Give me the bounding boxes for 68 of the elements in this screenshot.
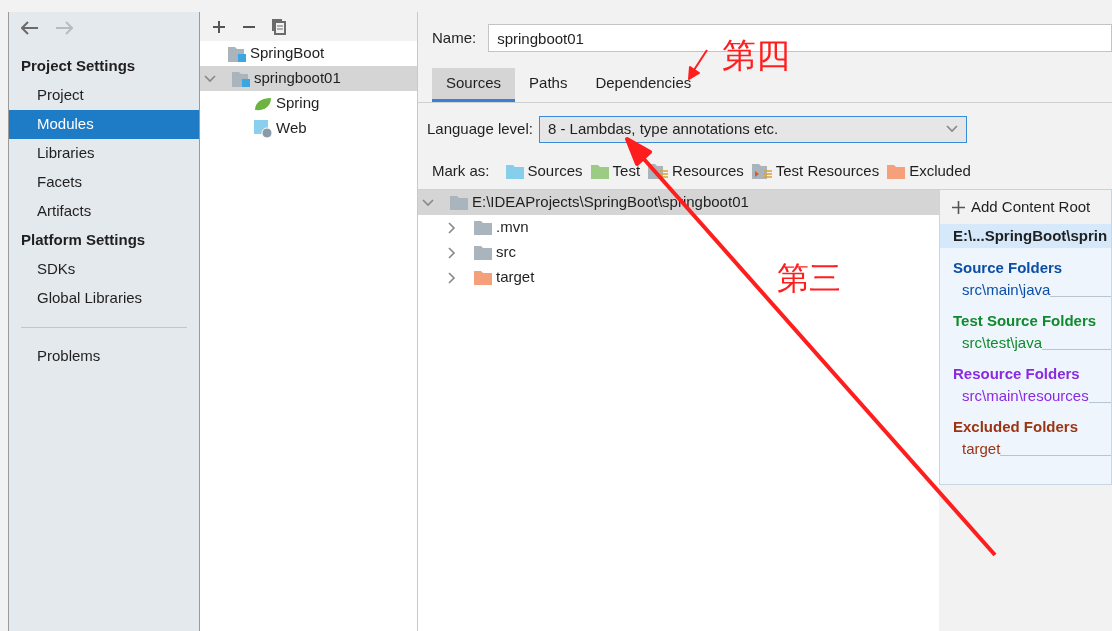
test-resource-folder-icon xyxy=(751,163,772,179)
tab[interactable]: Sources xyxy=(432,68,516,102)
section-header: Project Settings xyxy=(20,56,137,77)
folder-icon xyxy=(887,163,906,179)
tree-row[interactable]: SpringBoot xyxy=(200,41,417,66)
web-icon xyxy=(254,119,272,138)
sidebar-item[interactable]: Global Libraries xyxy=(9,284,199,313)
language-level-dropdown[interactable]: 8 - Lambdas, type annotations etc. xyxy=(538,115,967,143)
tree-label: SpringBoot xyxy=(250,43,325,64)
module-folder-icon xyxy=(228,45,246,62)
leaf-icon xyxy=(254,96,272,111)
sidebar-item[interactable]: Libraries xyxy=(9,139,199,168)
tab[interactable]: Paths xyxy=(515,68,582,102)
folder-icon xyxy=(505,163,524,179)
tab[interactable]: Dependencies xyxy=(581,68,706,102)
language-level-label: Language level: xyxy=(427,118,533,139)
folder-icon xyxy=(474,270,492,285)
tree-row[interactable]: .mvn xyxy=(418,215,537,240)
add-icon[interactable] xyxy=(212,19,226,34)
sidebar-item[interactable]: SDKs xyxy=(9,255,199,284)
folder-icon xyxy=(590,163,609,179)
folder-group-title: Test Source Folders xyxy=(952,310,1098,331)
folder-path: src\test\java xyxy=(962,332,1043,353)
chevron-right-icon[interactable] xyxy=(448,246,456,259)
sidebar-item[interactable]: Modules xyxy=(9,110,199,139)
sidebar-item[interactable]: Project xyxy=(9,81,199,110)
folder-icon xyxy=(450,195,468,210)
mark-as-label: Mark as: xyxy=(432,160,490,181)
folder-icon xyxy=(474,245,492,260)
tree-row[interactable]: Web xyxy=(200,116,417,141)
folder-icon xyxy=(474,220,492,235)
chevron-right-icon[interactable] xyxy=(448,221,456,234)
folder-group-title: Resource Folders xyxy=(952,363,1081,384)
tree-label: target xyxy=(496,267,535,288)
section-header: Platform Settings xyxy=(20,230,147,251)
tree-row[interactable]: springboot01 xyxy=(200,66,417,91)
folder-group-title: Excluded Folders xyxy=(952,416,1080,437)
tree-label: .mvn xyxy=(496,217,529,238)
sidebar-item[interactable]: Artifacts xyxy=(9,197,199,226)
add-content-root-button[interactable]: Add Content Root xyxy=(940,190,1111,224)
chevron-down-icon[interactable] xyxy=(945,125,958,133)
back-icon[interactable] xyxy=(21,21,39,35)
tree-row[interactable]: target xyxy=(418,265,543,290)
tree-label: src xyxy=(496,242,516,263)
tree-label: Spring xyxy=(276,93,320,114)
folder-path: src\main\resources xyxy=(962,385,1089,406)
mark-as-button[interactable]: Excluded xyxy=(887,158,971,184)
folder-group-title: Source Folders xyxy=(952,257,1064,278)
sidebar-item[interactable]: Problems xyxy=(9,342,199,371)
chevron-down-icon[interactable] xyxy=(422,198,434,207)
folder-path: src\main\java xyxy=(962,279,1051,300)
chevron-down-icon[interactable] xyxy=(204,74,216,83)
annotation-text: 第三 xyxy=(777,262,841,294)
tree-label: Web xyxy=(276,118,307,139)
sidebar-item[interactable]: Facets xyxy=(9,168,199,197)
copy-icon[interactable] xyxy=(272,18,286,35)
tree-label: springboot01 xyxy=(254,68,341,89)
add-icon xyxy=(952,200,965,214)
tree-row[interactable]: src xyxy=(418,240,524,265)
root-path: E:\...SpringBoot\sprin xyxy=(940,224,1111,248)
name-label: Name: xyxy=(432,27,477,48)
module-folder-icon xyxy=(232,70,250,87)
mark-as-button[interactable]: Test Resources xyxy=(751,158,880,184)
folder-path: target xyxy=(962,438,1001,459)
tree-row[interactable]: Spring xyxy=(200,91,417,116)
mark-as-button[interactable]: Sources xyxy=(505,158,583,184)
chevron-right-icon[interactable] xyxy=(448,271,456,284)
mark-as-button[interactable]: Test xyxy=(590,158,641,184)
